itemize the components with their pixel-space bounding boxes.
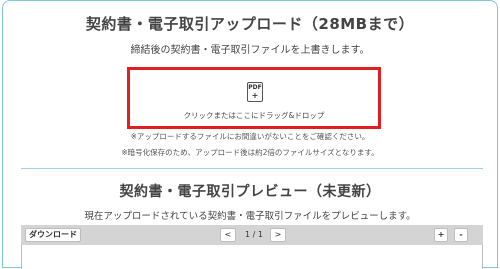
upload-card: 契約書・電子取引アップロード（28MBまで） 締結後の契約書・電子取引ファイルを… [2, 0, 498, 269]
previous-page-button[interactable]: < [220, 228, 236, 242]
preview-section-description: 現在アップロードされている契約書・電子取引ファイルをプレビューします。 [84, 211, 416, 222]
pdf-add-icon: PDF + [247, 82, 263, 102]
zoom-out-button[interactable]: - [454, 228, 468, 242]
page: 契約書・電子取引アップロード（28MBまで） 締結後の契約書・電子取引ファイルを… [0, 0, 500, 269]
upload-section-title: 契約書・電子取引アップロード（28MBまで） [85, 15, 415, 33]
upload-note-confirm: ※アップロードするファイルにお間違いがないことをご確認ください。 [130, 132, 370, 141]
pdf-viewer-area[interactable] [21, 245, 483, 269]
dropzone-label: クリックまたはここにドラッグ&ドロップ [183, 111, 325, 120]
zoom-in-button[interactable]: + [434, 228, 448, 242]
next-page-button[interactable]: > [270, 228, 286, 242]
upload-note-encryption: ※暗号化保存のため、アップロード後は約2倍のファイルサイズとなります。 [121, 148, 379, 157]
upload-section-description: 締結後の契約書・電子取引ファイルを上書きします。 [130, 45, 370, 56]
pdf-viewer-toolbar: ダウンロード < 1 / 1 > + - [21, 225, 483, 245]
pdf-icon-plus: + [251, 91, 259, 100]
section-divider [21, 168, 483, 169]
file-dropzone[interactable]: PDF + クリックまたはここにドラッグ&ドロップ [127, 67, 381, 129]
download-button[interactable]: ダウンロード [25, 228, 81, 242]
page-indicator: 1 / 1 [245, 230, 263, 239]
pdf-icon-label: PDF [248, 84, 262, 91]
preview-section-title: 契約書・電子取引プレビュー（未更新） [119, 184, 381, 200]
